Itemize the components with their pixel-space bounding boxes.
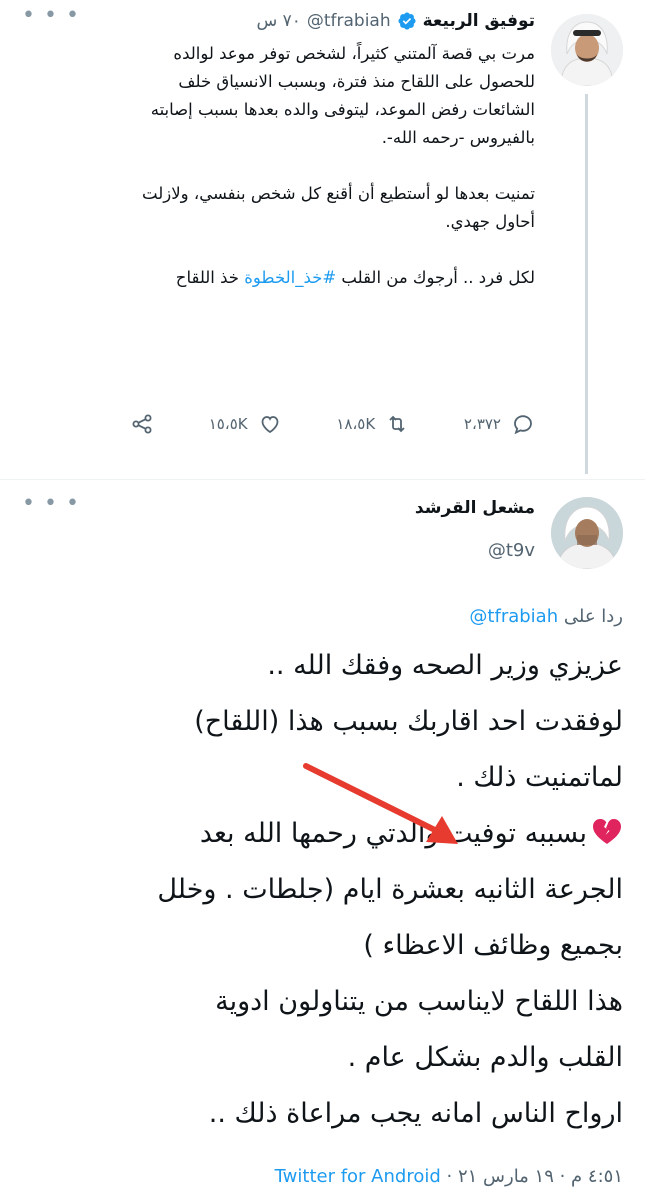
paragraph-text: خذ اللقاح (175, 268, 245, 287)
retweet-icon (389, 415, 405, 433)
replying-to: ردا على @tfrabiah (469, 606, 623, 627)
like-count: ١٥،٥K (208, 415, 248, 433)
replying-to-mention[interactable]: @tfrabiah (469, 606, 558, 627)
like-button[interactable]: ١٥،٥K (209, 412, 282, 436)
footer-timestamp[interactable]: ٤:٥١ م · ١٩ مارس ٢١ · (447, 1166, 623, 1187)
tweet-time[interactable]: ٧٠ س (256, 11, 300, 31)
hashtag-link[interactable]: #خذ_الخطوة (244, 268, 336, 287)
more-options-icon[interactable]: • • • (22, 493, 80, 515)
tweet-text: مرت بي قصة آلمتني كثيراً، لشخص توفر موعد… (130, 40, 535, 292)
tweet-paragraph: تمنيت بعدها لو أستطيع أن أقنع كل شخص بنف… (142, 184, 535, 231)
reply-button[interactable]: ٢،٣٧٢ (464, 412, 535, 436)
reply-author-avatar[interactable] (551, 497, 623, 569)
retweet-button[interactable]: ١٨،٥K (336, 412, 409, 436)
red-arrow-annotation (303, 763, 458, 844)
reply-tweet-text: عزيزي وزير الصحه وفقك الله .. لوفقدت احد… (23, 638, 623, 1142)
reply-line: القلب والدم بشكل عام . (347, 1042, 623, 1073)
broken-heart-icon (593, 819, 621, 844)
author-handle[interactable]: @tfrabiah (307, 11, 391, 31)
original-tweet: • • • توفيق الربيعة @tfrabiah ٧٠ س مرت ب… (0, 0, 645, 480)
reply-line: لوفقدت احد اقاربك بسبب هذا (اللقاح) (194, 706, 623, 737)
tweet-header: توفيق الربيعة @tfrabiah ٧٠ س (256, 8, 535, 34)
replying-to-label: ردا على (563, 606, 623, 627)
reply-line: بجميع وظائف الاعظاء ) (363, 930, 623, 961)
more-options-icon[interactable]: • • • (22, 5, 80, 27)
author-name[interactable]: توفيق الربيعة (423, 11, 535, 31)
share-icon (132, 414, 152, 434)
tweet-paragraph: مرت بي قصة آلمتني كثيراً، لشخص توفر موعد… (150, 44, 535, 147)
avatar-portrait-icon (551, 497, 623, 569)
verified-icon (397, 11, 417, 31)
thread-connector (585, 94, 588, 474)
tweet-paragraph: لكل فرد .. أرجوك من القلب #خذ_الخطوة خذ … (130, 264, 535, 292)
like-icon (261, 416, 278, 434)
reply-line: عزيزي وزير الصحه وفقك الله .. (267, 650, 623, 681)
tweet-actions: ٢،٣٧٢ ١٨،٥K ١٥،٥K (130, 406, 535, 442)
paragraph-text: لكل فرد .. أرجوك من القلب (336, 268, 535, 287)
share-button[interactable] (130, 412, 154, 436)
tweet-footer: ٤:٥١ م · ١٩ مارس ٢١ · Twitter for Androi… (275, 1166, 623, 1187)
footer-source-app[interactable]: Twitter for Android (275, 1166, 441, 1187)
reply-count: ٢،٣٧٢ (463, 415, 501, 433)
avatar-portrait-icon (551, 14, 623, 86)
reply-author-name[interactable]: مشعل القرشد (415, 498, 535, 518)
reply-line: ارواح الناس امانه يجب مراعاة ذلك .. (208, 1098, 623, 1129)
reply-line: هذا اللقاح لايناسب من يتناولون ادوية (215, 986, 623, 1017)
author-avatar[interactable] (551, 14, 623, 86)
retweet-count: ١٨،٥K (336, 415, 376, 433)
reply-icon (514, 415, 532, 435)
reply-author-handle[interactable]: @t9v (488, 540, 535, 561)
